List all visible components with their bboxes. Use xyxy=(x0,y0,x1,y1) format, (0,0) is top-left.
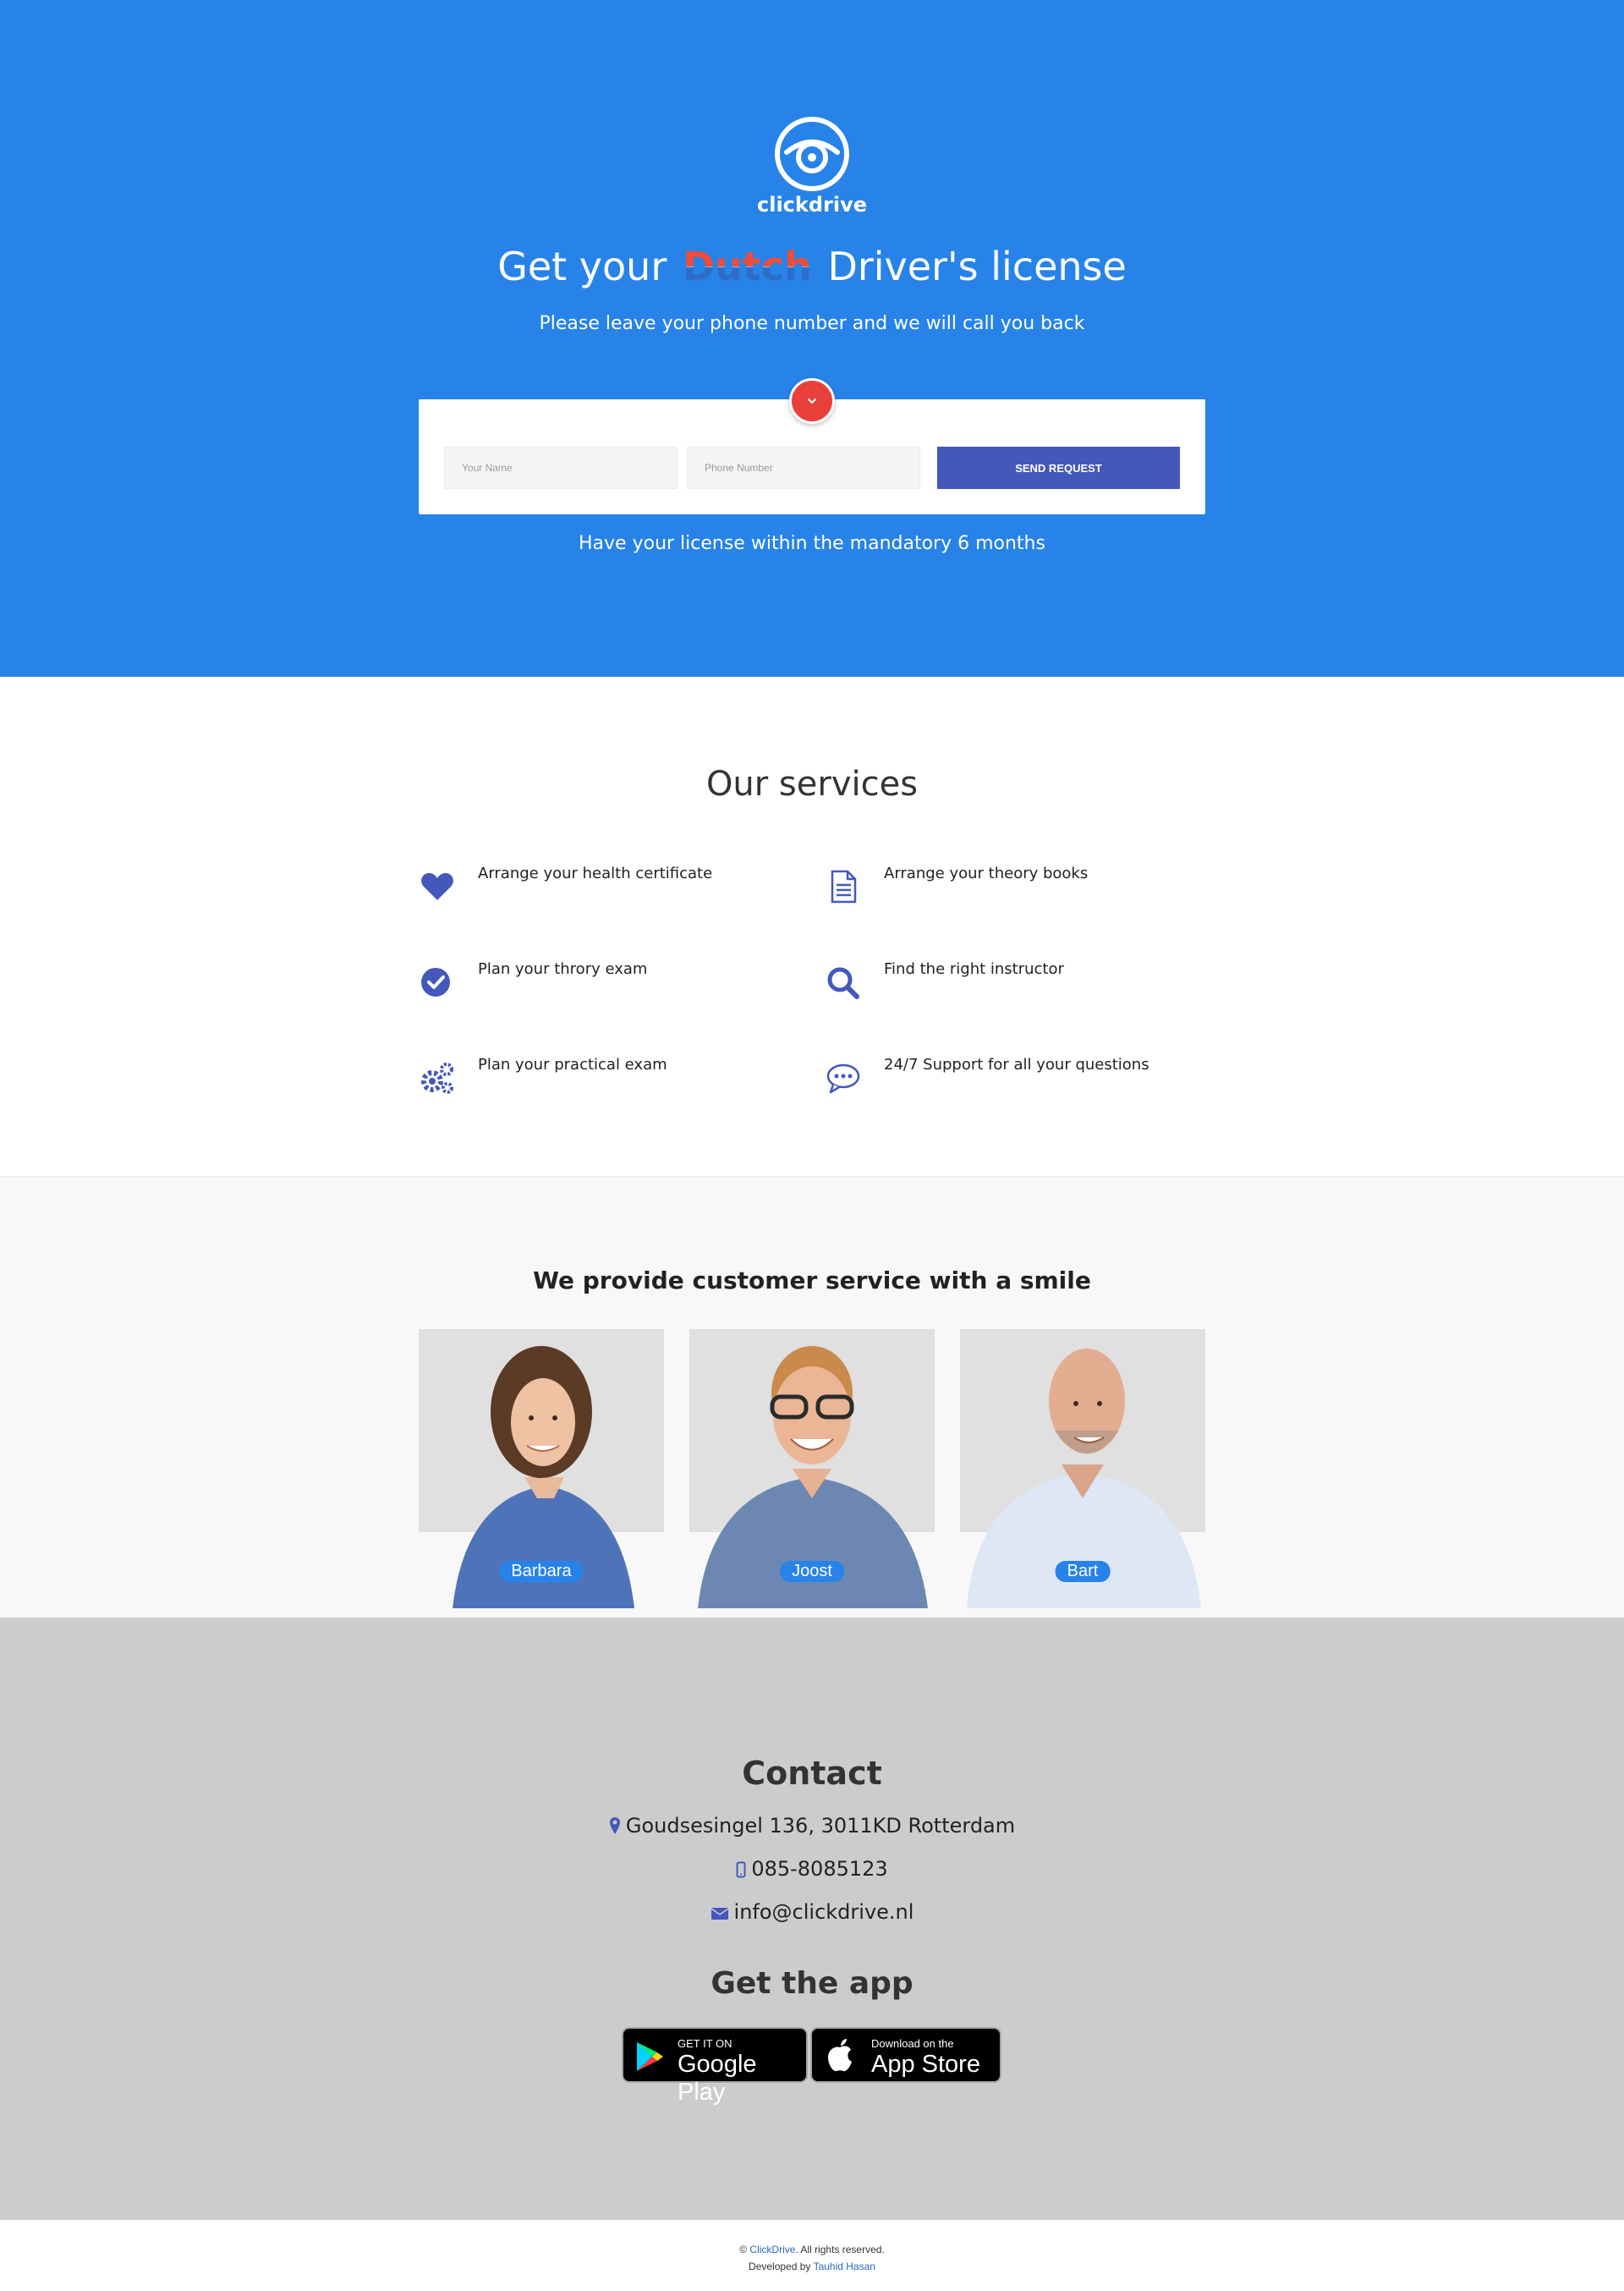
team-member-name: Bart xyxy=(1055,1561,1111,1582)
copyright-line: © ClickDrive. All rights reserved. xyxy=(0,2244,1624,2255)
send-request-button[interactable]: SEND REQUEST xyxy=(937,447,1180,489)
service-label: Plan your throry exam xyxy=(478,960,648,978)
chevron-down-icon xyxy=(808,398,816,404)
developer-line: Developed by Tauhid Hasan xyxy=(0,2261,1624,2272)
service-label: Find the right instructor xyxy=(884,960,1064,978)
address-text: Goudsesingel 136, 3011KD Rotterdam xyxy=(625,1814,1016,1838)
service-label: Arrange your theory books xyxy=(884,865,1089,882)
app-store-big: App Store xyxy=(871,2051,980,2078)
hero-title-highlight: Dutch xyxy=(679,244,815,289)
search-icon xyxy=(827,967,859,999)
mobile-phone-icon xyxy=(736,1861,746,1878)
contact-phone[interactable]: 085-8085123 xyxy=(0,1857,1624,1881)
service-item: Arrange your theory books xyxy=(825,865,1197,915)
hero-title-suffix: Driver's license xyxy=(827,244,1127,289)
document-icon xyxy=(831,870,857,904)
developed-by-text: Developed by xyxy=(749,2261,811,2272)
hero-subtitle: Please leave your phone number and we wi… xyxy=(539,313,1085,334)
service-label: Arrange your health certificate xyxy=(478,865,713,882)
service-item: 24/7 Support for all your questions xyxy=(825,1056,1197,1107)
clickdrive-logo-icon[interactable] xyxy=(773,115,851,193)
team-member-name: Joost xyxy=(780,1561,844,1582)
check-circle-icon xyxy=(421,968,450,997)
app-store-small: Download on the xyxy=(871,2037,954,2050)
heart-icon xyxy=(421,873,453,900)
map-marker-icon xyxy=(609,1817,620,1834)
service-label: Plan your practical exam xyxy=(478,1056,667,1074)
service-item: Plan your practical exam xyxy=(419,1056,791,1107)
team-member-card: Joost xyxy=(689,1329,935,1608)
services-section: Our services Arrange your health certifi… xyxy=(0,677,1624,1176)
hero-title: Get your Dutch Driver's license xyxy=(0,244,1624,289)
phone-text: 085-8085123 xyxy=(751,1857,888,1881)
footer: © ClickDrive. All rights reserved. Devel… xyxy=(0,2220,1624,2291)
developer-link[interactable]: Tauhid Hasan xyxy=(814,2261,875,2272)
service-item: Find the right instructor xyxy=(825,960,1197,1011)
app-store-badge[interactable]: Download on the App Store xyxy=(810,2027,1001,2083)
services-title: Our services xyxy=(705,765,919,804)
team-member-card: Barbara xyxy=(419,1329,664,1608)
contact-email[interactable]: info@clickdrive.nl xyxy=(0,1900,1624,1924)
email-text: info@clickdrive.nl xyxy=(733,1900,914,1924)
clickdrive-link[interactable]: ClickDrive xyxy=(749,2244,795,2255)
team-section: We provide customer service with a smile… xyxy=(0,1176,1624,1618)
google-play-small: GET IT ON xyxy=(678,2037,732,2050)
hero-note: Have your license within the mandatory 6… xyxy=(579,533,1045,554)
google-play-icon xyxy=(637,2042,663,2071)
phone-input[interactable] xyxy=(687,447,920,489)
name-input[interactable] xyxy=(444,447,678,489)
rights-text: . All rights reserved. xyxy=(795,2244,885,2255)
apple-icon xyxy=(828,2039,852,2072)
envelope-icon xyxy=(710,1908,728,1920)
scroll-down-button[interactable] xyxy=(789,378,835,424)
contact-section: Contact Goudsesingel 136, 3011KD Rotterd… xyxy=(0,1618,1624,2220)
team-member-card: Bart xyxy=(960,1329,1205,1608)
service-label: 24/7 Support for all your questions xyxy=(884,1056,1149,1074)
hero-section: clickdrive Get your Dutch Driver's licen… xyxy=(0,0,1624,677)
team-title: We provide customer service with a smile xyxy=(533,1266,1091,1294)
service-item: Arrange your health certificate xyxy=(419,865,791,915)
chat-bubble-icon xyxy=(826,1063,860,1094)
google-play-badge[interactable]: GET IT ON Google Play xyxy=(622,2027,808,2106)
gears-icon xyxy=(421,1063,453,1094)
team-member-name: Barbara xyxy=(499,1561,584,1582)
hero-title-prefix: Get your xyxy=(497,244,667,289)
copyright-symbol: © xyxy=(739,2244,748,2255)
service-item: Plan your throry exam xyxy=(419,960,791,1011)
google-play-big: Google Play xyxy=(678,2051,757,2106)
contact-title: Contact xyxy=(742,1755,882,1792)
brand-name: clickdrive xyxy=(756,193,868,217)
contact-address: Goudsesingel 136, 3011KD Rotterdam xyxy=(0,1814,1624,1838)
get-the-app-title: Get the app xyxy=(710,1966,914,2001)
